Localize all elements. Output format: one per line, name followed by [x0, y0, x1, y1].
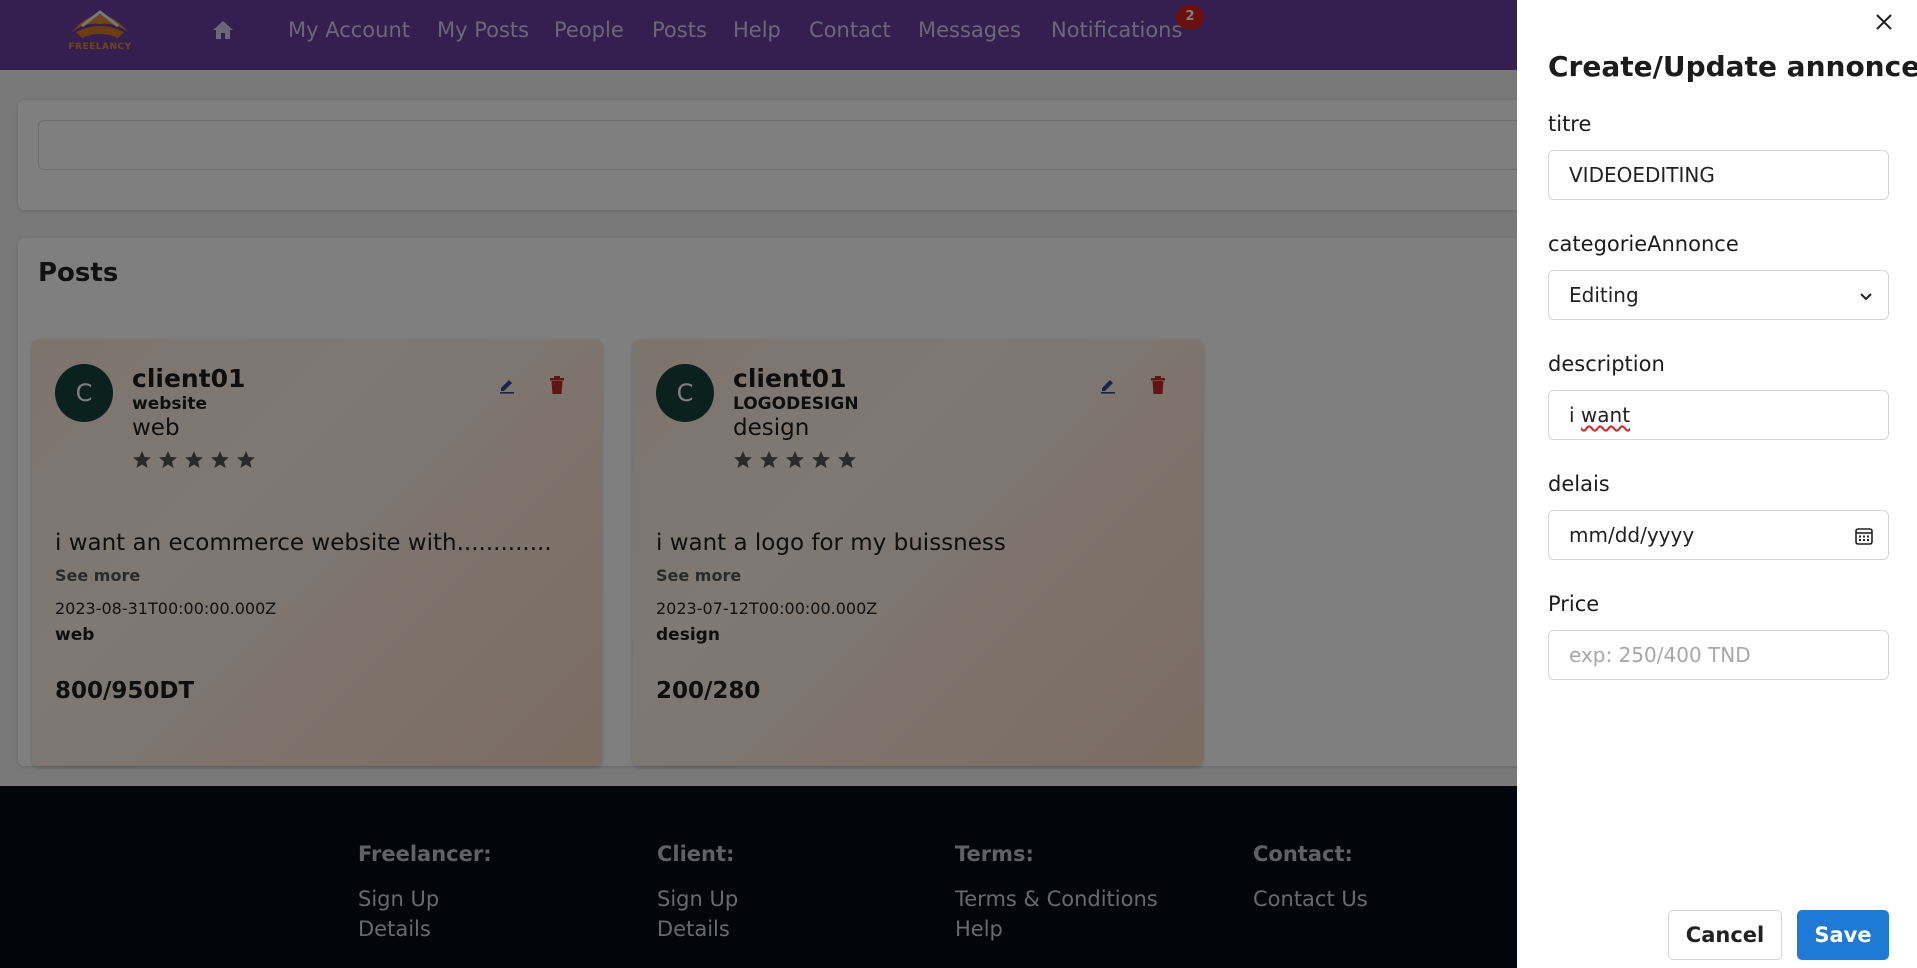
categorie-selected-value: Editing: [1569, 283, 1639, 307]
close-icon[interactable]: [1872, 10, 1896, 34]
titre-label: titre: [1548, 112, 1592, 136]
categorie-label: categorieAnnonce: [1548, 232, 1739, 256]
cancel-button[interactable]: Cancel: [1668, 910, 1782, 960]
drawer-title: Create/Update annonce: [1548, 50, 1917, 83]
delais-label: delais: [1548, 472, 1610, 496]
delais-placeholder: mm/dd/yyyy: [1569, 523, 1695, 547]
categorie-select[interactable]: Editing: [1548, 270, 1889, 320]
titre-input[interactable]: VIDEOEDITING: [1548, 150, 1889, 200]
description-text: i want: [1569, 403, 1631, 427]
price-input[interactable]: exp: 250/400 TND: [1548, 630, 1889, 680]
price-label: Price: [1548, 592, 1600, 616]
description-input[interactable]: i want: [1548, 390, 1889, 440]
calendar-icon[interactable]: [1854, 526, 1874, 546]
description-label: description: [1548, 352, 1665, 376]
annonce-drawer: Create/Update annonce titre VIDEOEDITING…: [1517, 0, 1917, 968]
misspelled-word: want: [1580, 403, 1631, 427]
save-button[interactable]: Save: [1797, 910, 1889, 960]
titre-value: VIDEOEDITING: [1569, 163, 1715, 187]
price-placeholder: exp: 250/400 TND: [1569, 643, 1751, 667]
delais-date-input[interactable]: mm/dd/yyyy: [1548, 510, 1889, 560]
chevron-down-icon: [1860, 293, 1872, 301]
